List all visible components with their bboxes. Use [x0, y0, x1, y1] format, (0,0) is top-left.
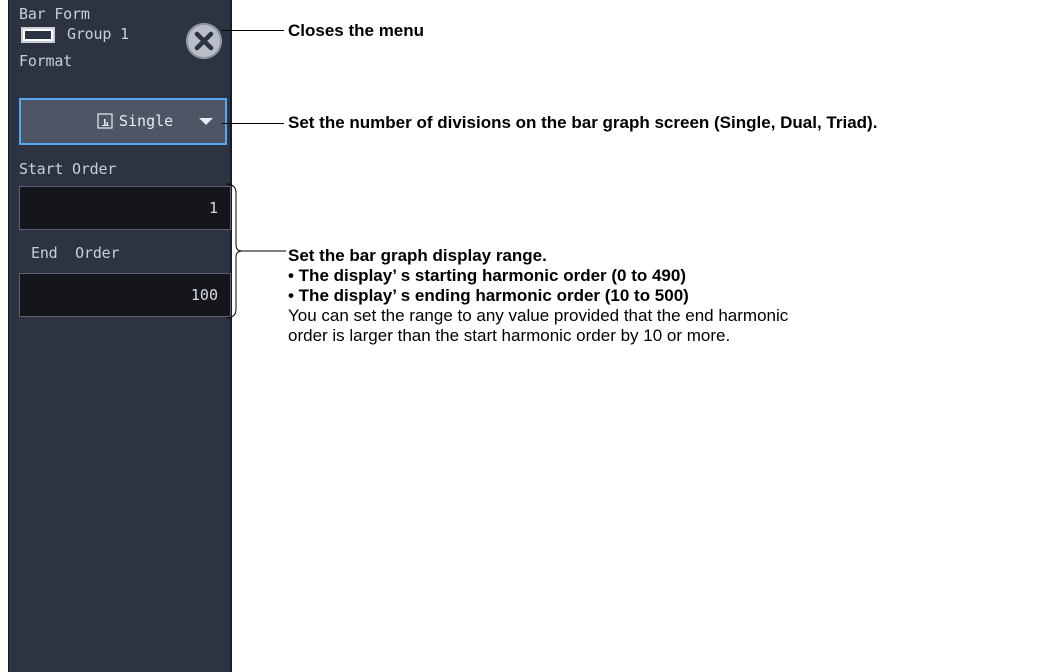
- start-order-field[interactable]: 1: [19, 186, 231, 230]
- format-select-value: Single: [119, 112, 174, 130]
- range-callout-note-1: You can set the range to any value provi…: [288, 306, 789, 325]
- format-select[interactable]: Single: [19, 98, 227, 145]
- range-bracket: [225, 183, 286, 319]
- start-order-label: Start Order: [19, 160, 117, 178]
- bar-form-menu-panel: Bar Form Group 1 Format Single Start Ord…: [8, 0, 232, 672]
- end-order-value: 100: [190, 286, 218, 304]
- range-callout-note-2: order is larger than the start harmonic …: [288, 326, 731, 345]
- close-callout: Closes the menu: [288, 21, 425, 40]
- panel-title: Bar Form: [19, 5, 90, 23]
- start-order-value: 1: [208, 199, 218, 217]
- close-button[interactable]: [186, 23, 222, 59]
- format-callout: Set the number of divisions on the bar g…: [288, 113, 878, 132]
- dropdown-arrow-icon: [199, 118, 213, 125]
- format-label: Format: [19, 52, 72, 70]
- range-callout-start: • The display’ s starting harmonic order…: [288, 266, 686, 285]
- end-order-field[interactable]: 100: [19, 273, 231, 317]
- format-leader-line: [222, 123, 284, 124]
- range-callout: Set the bar graph display range. • The d…: [288, 246, 788, 346]
- range-callout-title: Set the bar graph display range.: [288, 246, 547, 265]
- end-order-label: End Order: [31, 244, 120, 262]
- close-icon: [194, 31, 214, 51]
- single-division-icon: [97, 113, 113, 129]
- close-leader-line: [222, 30, 284, 31]
- group-color-swatch: [21, 27, 55, 43]
- group-label: Group 1: [67, 25, 129, 43]
- range-callout-end: • The display’ s ending harmonic order (…: [288, 286, 689, 305]
